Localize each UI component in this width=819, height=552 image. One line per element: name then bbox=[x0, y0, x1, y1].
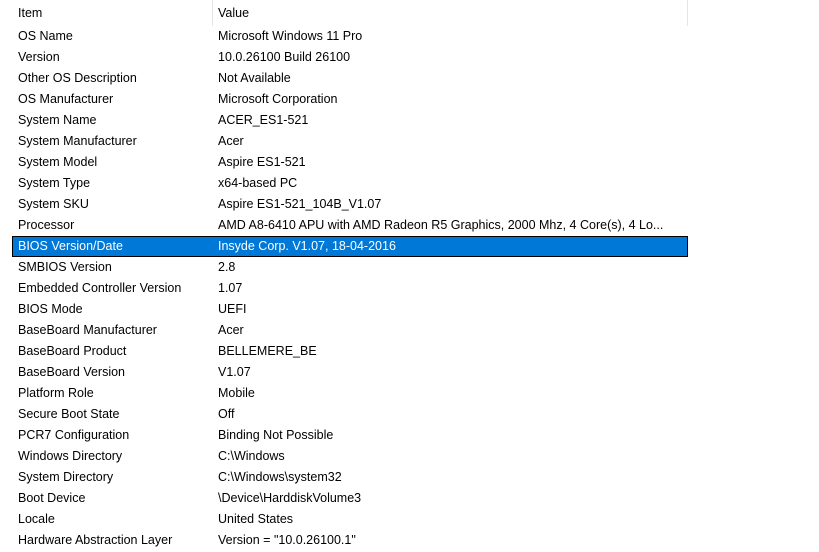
list-rows: OS Name Microsoft Windows 11 Pro Version 10… bbox=[12, 26, 688, 551]
table-row[interactable]: Version 10.0.26100 Build 26100 bbox=[12, 47, 688, 68]
value-cell: Binding Not Possible bbox=[218, 428, 334, 442]
empty-area bbox=[688, 0, 819, 552]
table-row[interactable]: System Manufacturer Acer bbox=[12, 131, 688, 152]
value-cell: Microsoft Windows 11 Pro bbox=[218, 29, 363, 43]
table-row[interactable]: Secure Boot State Off bbox=[12, 404, 688, 425]
item-cell: SMBIOS Version bbox=[18, 260, 112, 274]
item-cell: System Directory bbox=[18, 470, 114, 484]
value-cell: Aspire ES1-521 bbox=[218, 155, 306, 169]
table-row[interactable]: System Model Aspire ES1-521 bbox=[12, 152, 688, 173]
table-row[interactable]: Embedded Controller Version 1.07 bbox=[12, 278, 688, 299]
table-row[interactable]: System Type x64-based PC bbox=[12, 173, 688, 194]
table-row[interactable]: BIOS Mode UEFI bbox=[12, 299, 688, 320]
value-cell: C:\Windows bbox=[218, 449, 285, 463]
table-row[interactable]: Platform Role Mobile bbox=[12, 383, 688, 404]
item-cell: Other OS Description bbox=[18, 71, 137, 85]
column-header-value[interactable]: Value bbox=[212, 0, 688, 26]
table-row[interactable]: SMBIOS Version 2.8 bbox=[12, 257, 688, 278]
value-cell: Mobile bbox=[218, 386, 255, 400]
table-row[interactable]: Windows Directory C:\Windows bbox=[12, 446, 688, 467]
table-row[interactable]: BaseBoard Version V1.07 bbox=[12, 362, 688, 383]
item-cell: BIOS Version/Date bbox=[18, 239, 123, 253]
value-cell: x64-based PC bbox=[218, 176, 298, 190]
item-cell: Version bbox=[18, 50, 60, 64]
item-cell: Hardware Abstraction Layer bbox=[18, 533, 173, 547]
list-header: Item Value bbox=[12, 0, 688, 26]
item-cell: BaseBoard Manufacturer bbox=[18, 323, 157, 337]
value-cell: Not Available bbox=[218, 71, 291, 85]
value-cell: Version = "10.0.26100.1" bbox=[218, 533, 356, 547]
item-cell: Windows Directory bbox=[18, 449, 123, 463]
value-cell: 2.8 bbox=[218, 260, 236, 274]
system-summary-list: Item Value OS Name Microsoft Windows 11 P… bbox=[12, 0, 688, 552]
value-cell: Off bbox=[218, 407, 235, 421]
item-cell: System Name bbox=[18, 113, 97, 127]
value-cell: AMD A8-6410 APU with AMD Radeon R5 Graph… bbox=[218, 218, 664, 232]
table-row[interactable]: Other OS Description Not Available bbox=[12, 68, 688, 89]
value-cell: BELLEMERE_BE bbox=[218, 344, 317, 358]
table-row-selected[interactable]: BIOS Version/Date Insyde Corp. V1.07, 18-… bbox=[12, 236, 688, 257]
value-cell: Microsoft Corporation bbox=[218, 92, 338, 106]
item-cell: System Type bbox=[18, 176, 91, 190]
table-row[interactable]: Boot Device \Device\HarddiskVolume3 bbox=[12, 488, 688, 509]
value-cell: Aspire ES1-521_104B_V1.07 bbox=[218, 197, 382, 211]
item-cell: BaseBoard Product bbox=[18, 344, 127, 358]
value-cell: UEFI bbox=[218, 302, 247, 316]
item-cell: Locale bbox=[18, 512, 55, 526]
value-cell: Acer bbox=[218, 323, 244, 337]
table-row[interactable]: PCR7 Configuration Binding Not Possible bbox=[12, 425, 688, 446]
value-cell: 1.07 bbox=[218, 281, 243, 295]
item-cell: Boot Device bbox=[18, 491, 86, 505]
value-cell: \Device\HarddiskVolume3 bbox=[218, 491, 362, 505]
table-row[interactable]: System Directory C:\Windows\system32 bbox=[12, 467, 688, 488]
value-cell: V1.07 bbox=[218, 365, 251, 379]
item-cell: System Model bbox=[18, 155, 98, 169]
item-cell: System SKU bbox=[18, 197, 89, 211]
table-row[interactable]: Processor AMD A8-6410 APU with AMD Radeon… bbox=[12, 215, 688, 236]
item-cell: System Manufacturer bbox=[18, 134, 137, 148]
item-cell: Processor bbox=[18, 218, 75, 232]
item-cell: Secure Boot State bbox=[18, 407, 120, 421]
item-cell: PCR7 Configuration bbox=[18, 428, 130, 442]
table-row[interactable]: System SKU Aspire ES1-521_104B_V1.07 bbox=[12, 194, 688, 215]
table-row[interactable]: System Name ACER_ES1-521 bbox=[12, 110, 688, 131]
table-row[interactable]: BaseBoard Product BELLEMERE_BE bbox=[12, 341, 688, 362]
item-cell: Embedded Controller Version bbox=[18, 281, 182, 295]
item-cell: BIOS Mode bbox=[18, 302, 83, 316]
item-cell: OS Name bbox=[18, 29, 73, 43]
value-cell: ACER_ES1-521 bbox=[218, 113, 309, 127]
item-cell: BaseBoard Version bbox=[18, 365, 126, 379]
table-row[interactable]: Hardware Abstraction Layer Version = "10.… bbox=[12, 530, 688, 551]
value-cell: C:\Windows\system32 bbox=[218, 470, 342, 484]
table-row[interactable]: Locale United States bbox=[12, 509, 688, 530]
value-cell: 10.0.26100 Build 26100 bbox=[218, 50, 351, 64]
table-row[interactable]: OS Manufacturer Microsoft Corporation bbox=[12, 89, 688, 110]
table-row[interactable]: BaseBoard Manufacturer Acer bbox=[12, 320, 688, 341]
table-row[interactable]: OS Name Microsoft Windows 11 Pro bbox=[12, 26, 688, 47]
value-cell: United States bbox=[218, 512, 294, 526]
value-cell: Acer bbox=[218, 134, 244, 148]
value-cell: Insyde Corp. V1.07, 18-04-2016 bbox=[218, 239, 396, 253]
item-cell: OS Manufacturer bbox=[18, 92, 114, 106]
item-cell: Platform Role bbox=[18, 386, 94, 400]
column-header-item[interactable]: Item bbox=[12, 0, 212, 26]
